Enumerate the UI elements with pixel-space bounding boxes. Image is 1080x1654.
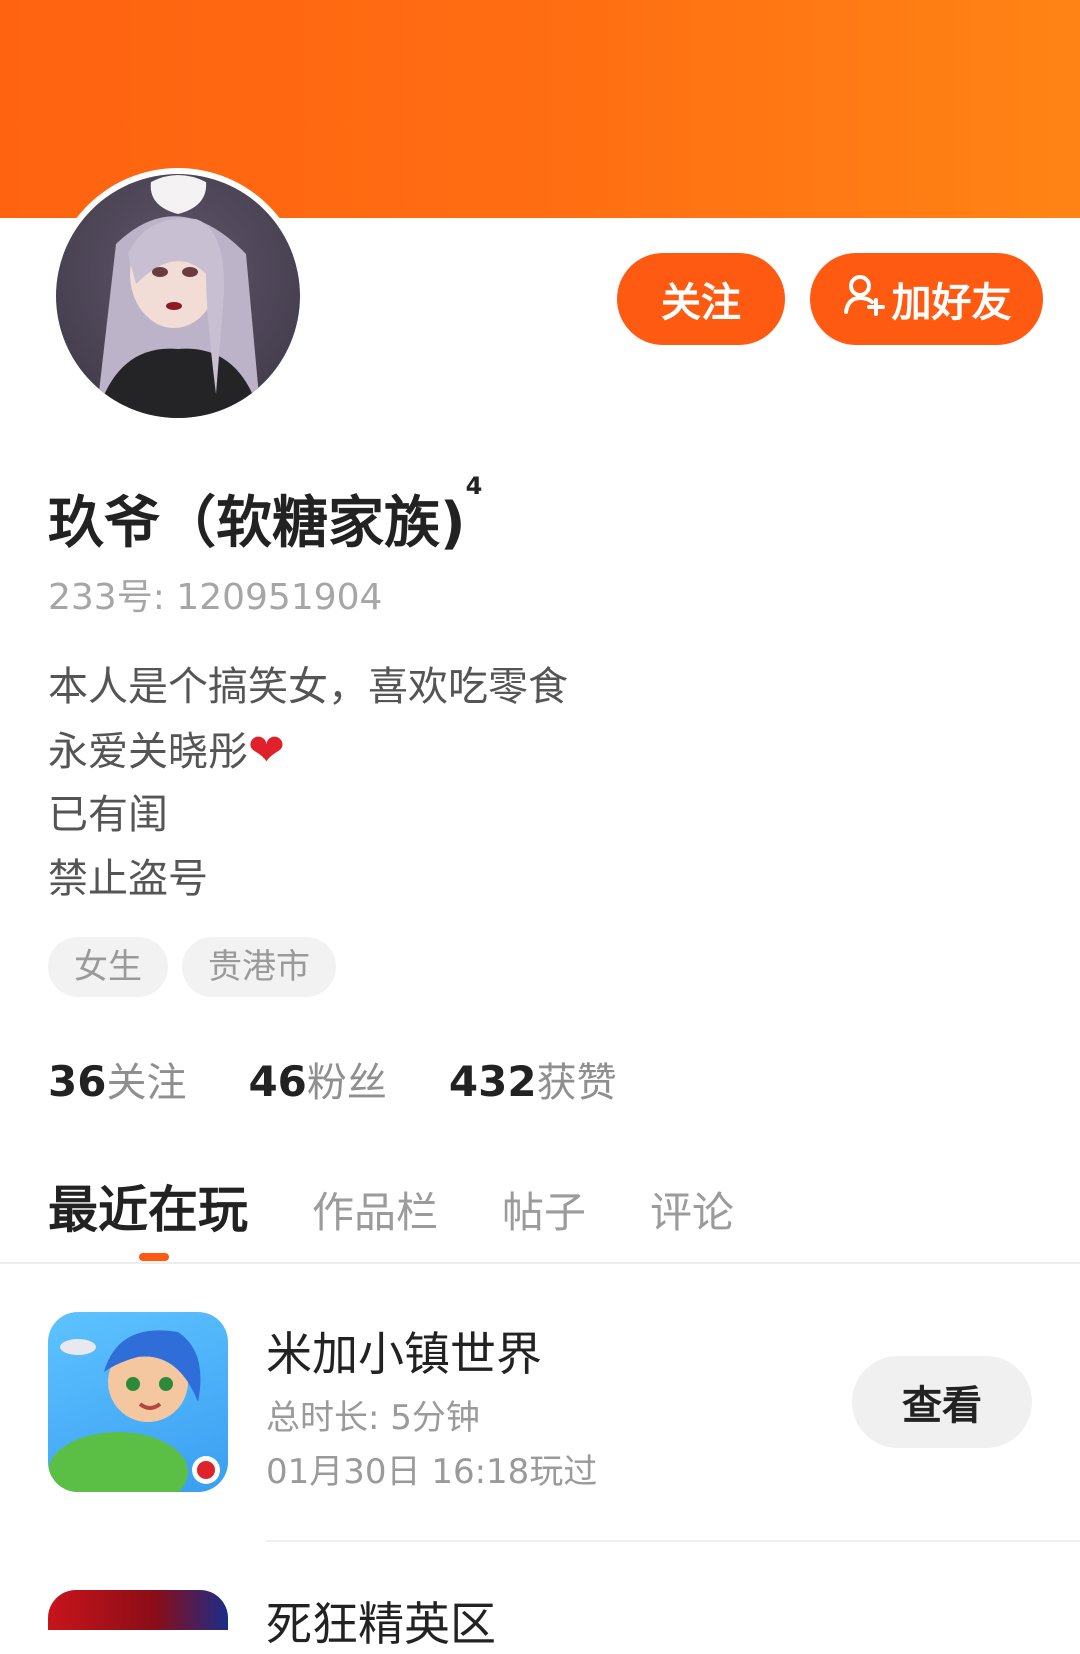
add-friend-button[interactable]: 加好友 (810, 253, 1043, 345)
game-title: 米加小镇世界 (266, 1327, 542, 1381)
game-duration: 总时长: 5分钟 (266, 1398, 480, 1438)
stat-likes-label: 获赞 (536, 1060, 617, 1106)
stat-following[interactable]: 36关注 (48, 1050, 186, 1108)
tag-location: 贵港市 (182, 937, 336, 997)
heart-icon: ❤ (248, 725, 285, 776)
stat-fans-label: 粉丝 (306, 1060, 387, 1106)
tab-works[interactable]: 作品栏 (312, 1179, 438, 1240)
profile-tags: 女生 贵港市 (48, 937, 336, 997)
profile-stats: 36关注 46粉丝 432获赞 (48, 1050, 679, 1108)
profile-bio: 本人是个搞笑女，喜欢吃零食 永爱关晓彤❤ 已有闺 禁止盗号 (48, 655, 568, 911)
game-icon[interactable] (48, 1590, 228, 1630)
game-last-played: 01月30日 16:18玩过 (266, 1452, 598, 1492)
profile-tabs: 最近在玩 作品栏 帖子 评论 (48, 1170, 798, 1242)
tab-recent-played[interactable]: 最近在玩 (48, 1170, 248, 1242)
game-item[interactable]: 米加小镇世界 总时长: 5分钟 01月30日 16:18玩过 查看 (48, 1312, 1038, 1492)
bio-line: 永爱关晓彤❤ (48, 725, 285, 776)
tag-gender: 女生 (48, 937, 168, 997)
tab-active-indicator (139, 1253, 169, 1261)
game-title[interactable]: 死狂精英区 (266, 1588, 496, 1654)
avatar[interactable] (50, 168, 306, 424)
stat-fans[interactable]: 46粉丝 (248, 1050, 386, 1108)
list-divider (266, 1540, 1080, 1542)
stat-fans-count: 46 (248, 1057, 307, 1106)
profile-name: 玖爷（软糖家族)4 (48, 472, 482, 559)
stat-following-count: 36 (48, 1057, 107, 1106)
view-game-button[interactable]: 查看 (852, 1356, 1032, 1448)
follow-button[interactable]: 关注 (617, 253, 785, 345)
avatar-image (56, 174, 300, 418)
bio-line: 本人是个搞笑女，喜欢吃零食 (48, 664, 568, 710)
profile-uid: 233号: 120951904 (48, 568, 382, 620)
tabs-divider (0, 1262, 1080, 1264)
add-user-icon (842, 272, 886, 326)
profile-name-text: 玖爷（软糖家族) (48, 491, 466, 556)
uid-value: 120951904 (176, 577, 383, 618)
game-icon (48, 1312, 228, 1492)
add-friend-label: 加好友 (891, 281, 1012, 325)
stat-following-label: 关注 (106, 1060, 187, 1106)
bio-line: 已有闺 (48, 792, 168, 838)
stat-likes[interactable]: 432获赞 (449, 1050, 617, 1108)
uid-label: 233号: (48, 577, 165, 618)
stat-likes-count: 432 (448, 1057, 537, 1106)
bio-line: 禁止盗号 (48, 856, 208, 902)
tab-comments[interactable]: 评论 (650, 1179, 734, 1240)
tab-posts[interactable]: 帖子 (502, 1179, 586, 1240)
level-badge: 4 (465, 472, 483, 500)
